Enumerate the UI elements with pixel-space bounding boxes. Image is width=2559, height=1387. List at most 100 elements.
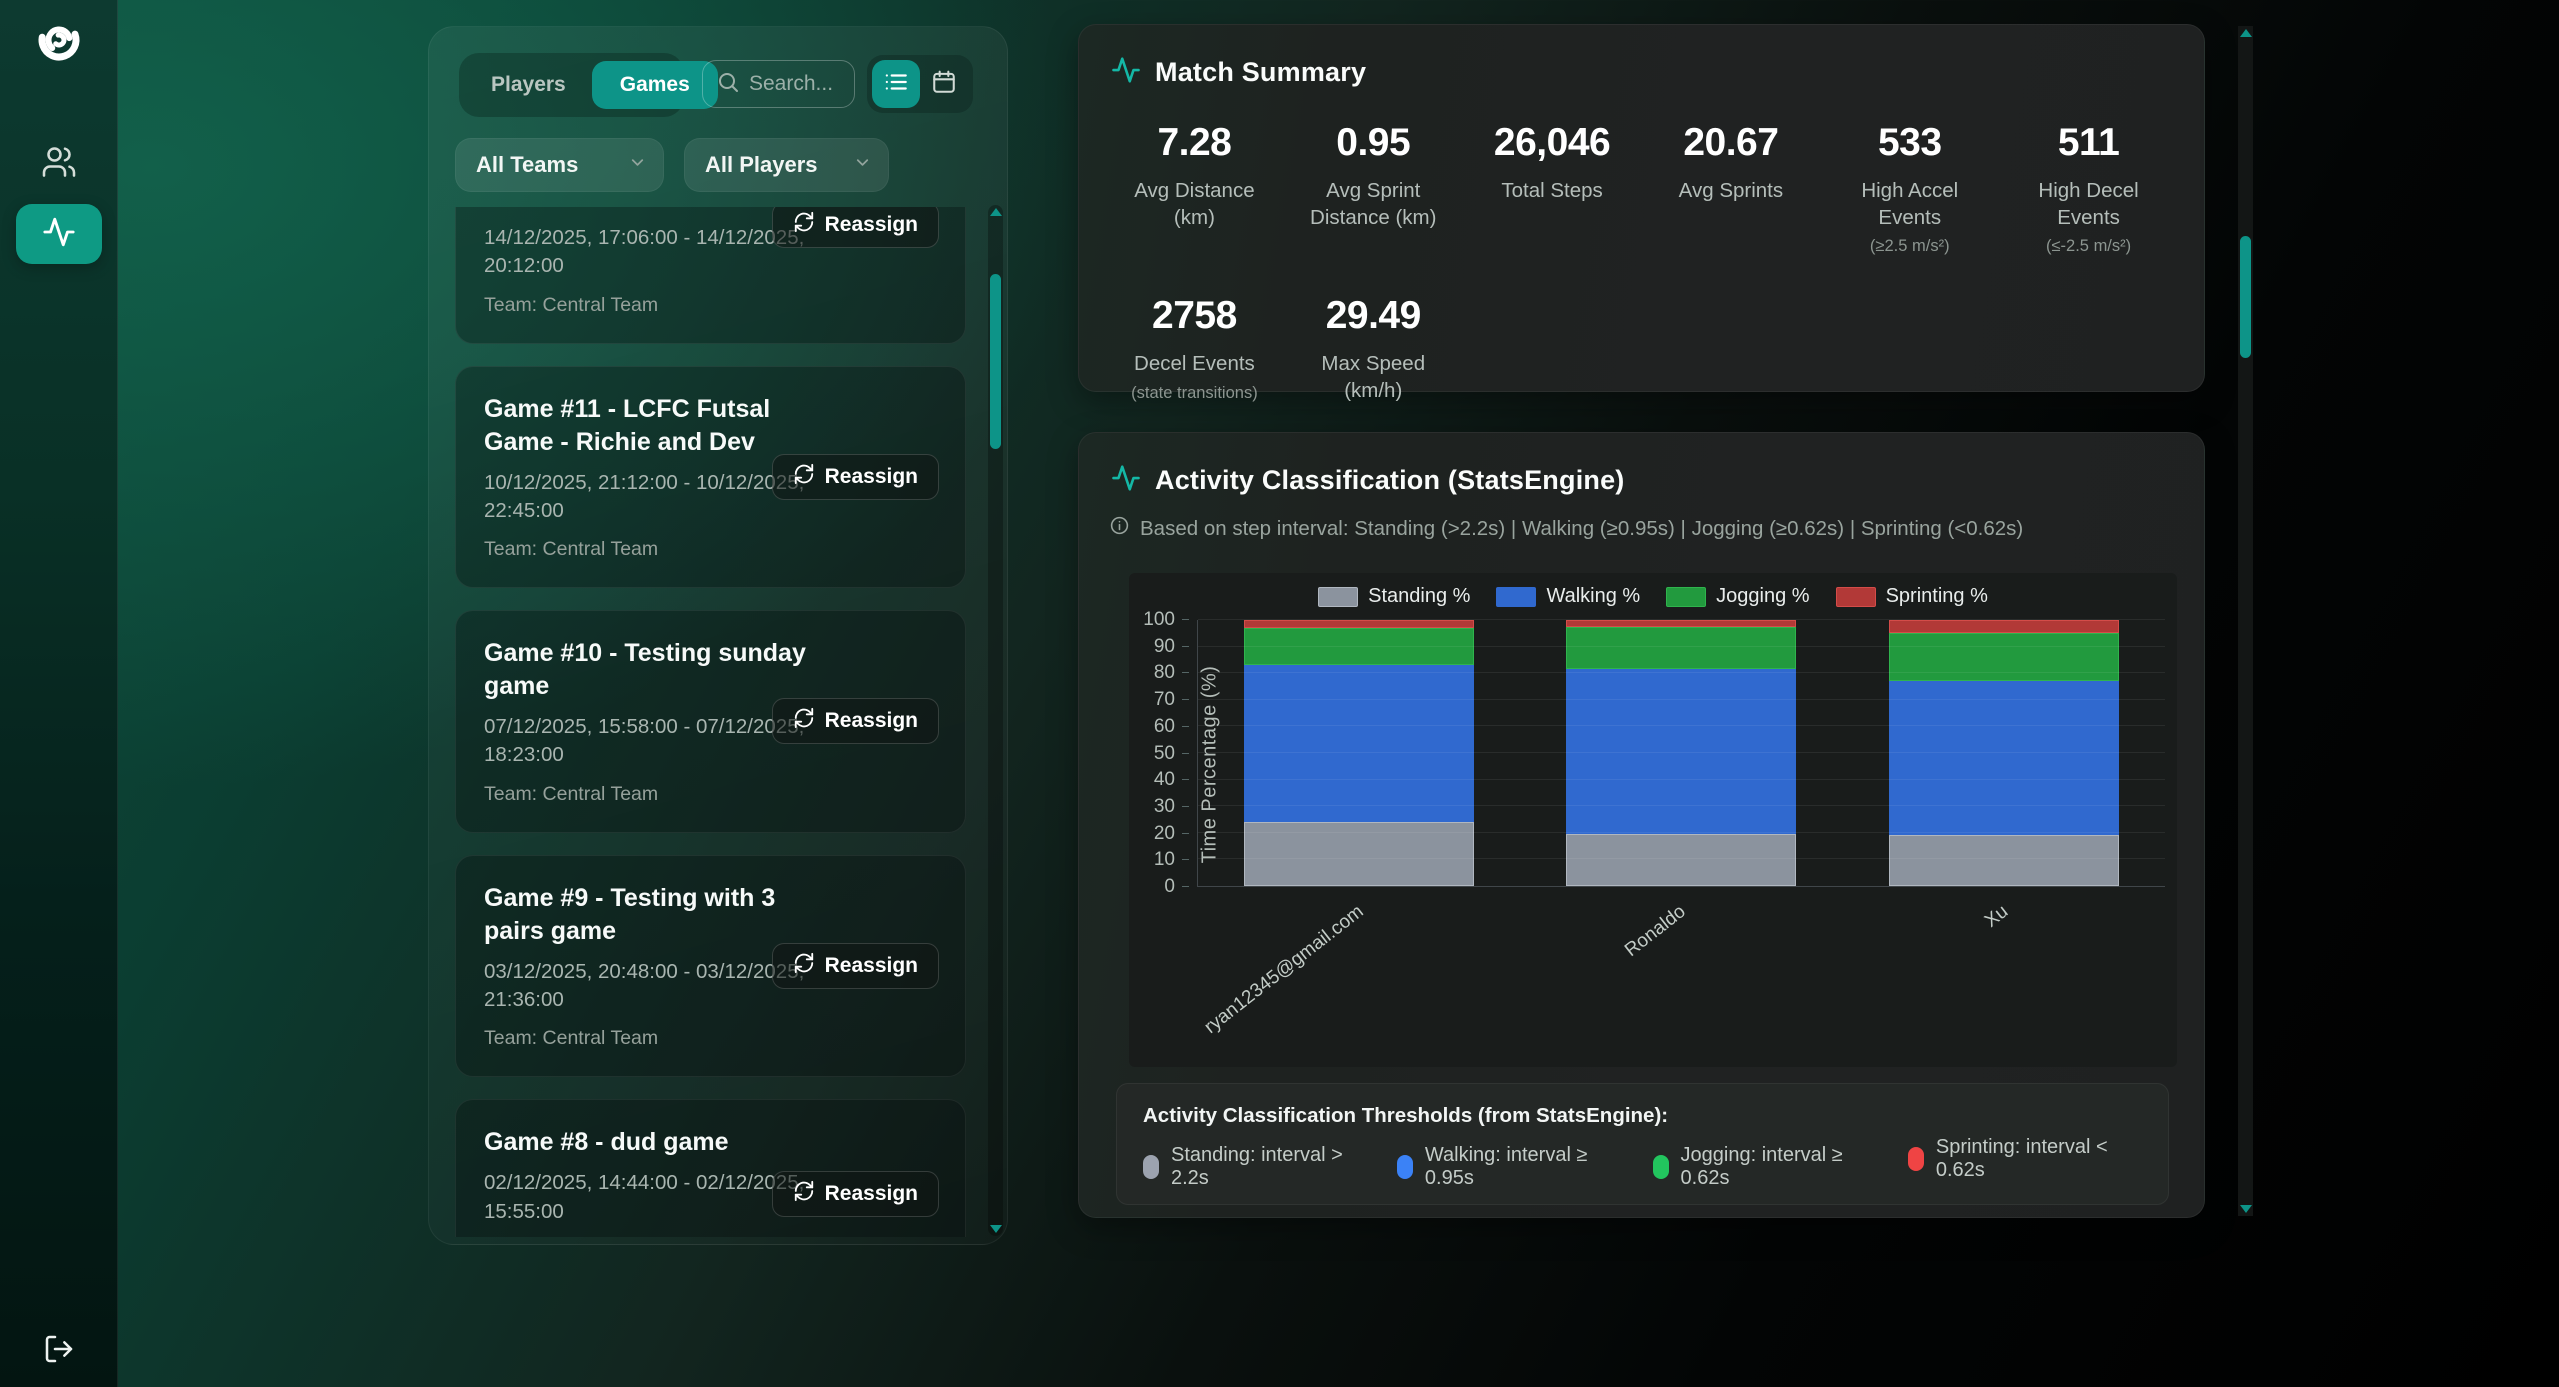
search-input[interactable] bbox=[749, 72, 839, 96]
game-title: Game #10 - Testing sunday game bbox=[484, 637, 814, 703]
chart-yticks: 0102030405060708090100 bbox=[1129, 620, 1189, 887]
game-card[interactable]: Game #10 - Testing sunday game 07/12/202… bbox=[455, 610, 966, 833]
game-card[interactable]: Game #11 - LCFC Futsal Game - Richie and… bbox=[455, 366, 966, 589]
gridline bbox=[1198, 805, 2165, 806]
legend-label: Jogging % bbox=[1716, 585, 1809, 608]
tab-players[interactable]: Players bbox=[467, 61, 590, 109]
calendar-icon bbox=[931, 69, 957, 100]
stat-avg-sprints: 20.67 Avg Sprints bbox=[1641, 121, 1820, 256]
scroll-up-arrow-icon[interactable] bbox=[990, 208, 1002, 216]
game-card[interactable]: 14/12/2025, 17:06:00 - 14/12/2025, 20:12… bbox=[455, 207, 966, 344]
refresh-icon bbox=[793, 211, 815, 239]
bar-segment bbox=[1889, 633, 2119, 681]
bar-segment bbox=[1566, 627, 1796, 670]
stacked-bar bbox=[1889, 620, 2119, 886]
reassign-label: Reassign bbox=[825, 1182, 918, 1206]
stat-high-decel-events: 511 High Decel Events (≤-2.5 m/s²) bbox=[1999, 121, 2178, 256]
y-tick-mark bbox=[1182, 886, 1189, 887]
list-icon bbox=[883, 69, 909, 100]
reassign-button[interactable]: Reassign bbox=[772, 943, 939, 989]
scroll-down-arrow-icon[interactable] bbox=[990, 1225, 1002, 1233]
sidebar-item-players[interactable] bbox=[39, 144, 79, 184]
y-tick-label: 30 bbox=[1154, 796, 1175, 818]
match-summary-card: Match Summary 7.28 Avg Distance (km) 0.9… bbox=[1078, 24, 2205, 392]
thresholds-panel: Activity Classification Thresholds (from… bbox=[1116, 1083, 2169, 1205]
gridline bbox=[1198, 672, 2165, 673]
sidebar-logout-button[interactable] bbox=[39, 1331, 79, 1371]
bar-segment bbox=[1889, 620, 2119, 633]
app-window: Players Games bbox=[0, 0, 2559, 1387]
y-tick-label: 70 bbox=[1154, 689, 1175, 711]
sidebar-item-activity[interactable] bbox=[16, 204, 102, 264]
pulse-icon bbox=[1111, 463, 1141, 498]
gridline bbox=[1198, 832, 2165, 833]
legend-item[interactable]: Walking % bbox=[1496, 585, 1640, 608]
stat-avg-sprint-distance: 0.95 Avg Sprint Distance (km) bbox=[1284, 121, 1463, 256]
scroll-down-arrow-icon[interactable] bbox=[2240, 1205, 2252, 1213]
legend-label: Sprinting % bbox=[1886, 585, 1988, 608]
player-filter-select[interactable]: All Players bbox=[684, 138, 889, 192]
chevron-down-icon bbox=[853, 152, 872, 178]
reassign-button[interactable]: Reassign bbox=[772, 207, 939, 248]
y-tick-label: 20 bbox=[1154, 823, 1175, 845]
y-tick-mark bbox=[1182, 859, 1189, 860]
stat-max-speed: 29.49 Max Speed (km/h) bbox=[1284, 294, 1463, 404]
reassign-button[interactable]: Reassign bbox=[772, 1171, 939, 1217]
legend-swatch-icon bbox=[1318, 587, 1358, 607]
team-filter-select[interactable]: All Teams bbox=[455, 138, 664, 192]
bar-segment bbox=[1244, 665, 1474, 822]
tab-games[interactable]: Games bbox=[592, 61, 718, 109]
y-tick-mark bbox=[1182, 672, 1189, 673]
refresh-icon bbox=[793, 952, 815, 980]
y-tick-mark bbox=[1182, 619, 1189, 620]
game-card[interactable]: Game #8 - dud game 02/12/2025, 14:44:00 … bbox=[455, 1099, 966, 1237]
reassign-button[interactable]: Reassign bbox=[772, 698, 939, 744]
game-team: Team: Central Team bbox=[484, 538, 937, 561]
y-tick-label: 10 bbox=[1154, 849, 1175, 871]
search-icon bbox=[716, 70, 740, 99]
scroll-up-arrow-icon[interactable] bbox=[2240, 29, 2252, 37]
reassign-button[interactable]: Reassign bbox=[772, 454, 939, 500]
scrollbar-thumb[interactable] bbox=[990, 274, 1001, 449]
view-toggle-group bbox=[867, 55, 973, 113]
walking-dot-icon bbox=[1397, 1155, 1413, 1179]
games-list-scrollbar[interactable] bbox=[988, 205, 1003, 1236]
threshold-jogging: Jogging: interval ≥ 0.62s bbox=[1653, 1144, 1878, 1190]
legend-item[interactable]: Jogging % bbox=[1666, 585, 1809, 608]
team-filter-value: All Teams bbox=[476, 152, 578, 178]
users-icon bbox=[41, 144, 77, 185]
match-summary-title: Match Summary bbox=[1155, 57, 1366, 88]
stacked-bar bbox=[1566, 620, 1796, 886]
games-list: 14/12/2025, 17:06:00 - 14/12/2025, 20:12… bbox=[455, 207, 966, 1237]
bar-segment bbox=[1889, 835, 2119, 886]
legend-label: Standing % bbox=[1368, 585, 1470, 608]
threshold-standing: Standing: interval > 2.2s bbox=[1143, 1144, 1367, 1190]
game-title: Game #8 - dud game bbox=[484, 1126, 814, 1159]
pulse-icon bbox=[1111, 55, 1141, 90]
legend-item[interactable]: Standing % bbox=[1318, 585, 1470, 608]
gridline bbox=[1198, 646, 2165, 647]
match-summary-stats: 7.28 Avg Distance (km) 0.95 Avg Sprint D… bbox=[1105, 121, 2178, 405]
reassign-label: Reassign bbox=[825, 465, 918, 489]
bar-segment bbox=[1566, 834, 1796, 886]
game-team: Team: Central Team bbox=[484, 1027, 937, 1050]
gridline bbox=[1198, 725, 2165, 726]
gridline bbox=[1198, 699, 2165, 700]
activity-subtitle: Based on step interval: Standing (>2.2s)… bbox=[1140, 517, 2023, 541]
y-tick-mark bbox=[1182, 753, 1189, 754]
game-card[interactable]: Game #9 - Testing with 3 pairs game 03/1… bbox=[455, 855, 966, 1078]
bar-segment bbox=[1566, 620, 1796, 627]
legend-label: Walking % bbox=[1546, 585, 1640, 608]
calendar-view-button[interactable] bbox=[920, 60, 968, 108]
scrollbar-thumb[interactable] bbox=[2240, 236, 2251, 358]
list-view-button[interactable] bbox=[872, 60, 920, 108]
activity-chart: Standing %Walking %Jogging %Sprinting % … bbox=[1129, 573, 2177, 1067]
legend-item[interactable]: Sprinting % bbox=[1836, 585, 1988, 608]
y-tick-mark bbox=[1182, 779, 1189, 780]
y-tick-label: 0 bbox=[1164, 876, 1175, 898]
game-title: Game #11 - LCFC Futsal Game - Richie and… bbox=[484, 393, 814, 459]
info-icon bbox=[1109, 515, 1130, 542]
activity-classification-card: Activity Classification (StatsEngine) Ba… bbox=[1078, 432, 2205, 1218]
gridline bbox=[1198, 752, 2165, 753]
page-scrollbar[interactable] bbox=[2238, 26, 2253, 1216]
